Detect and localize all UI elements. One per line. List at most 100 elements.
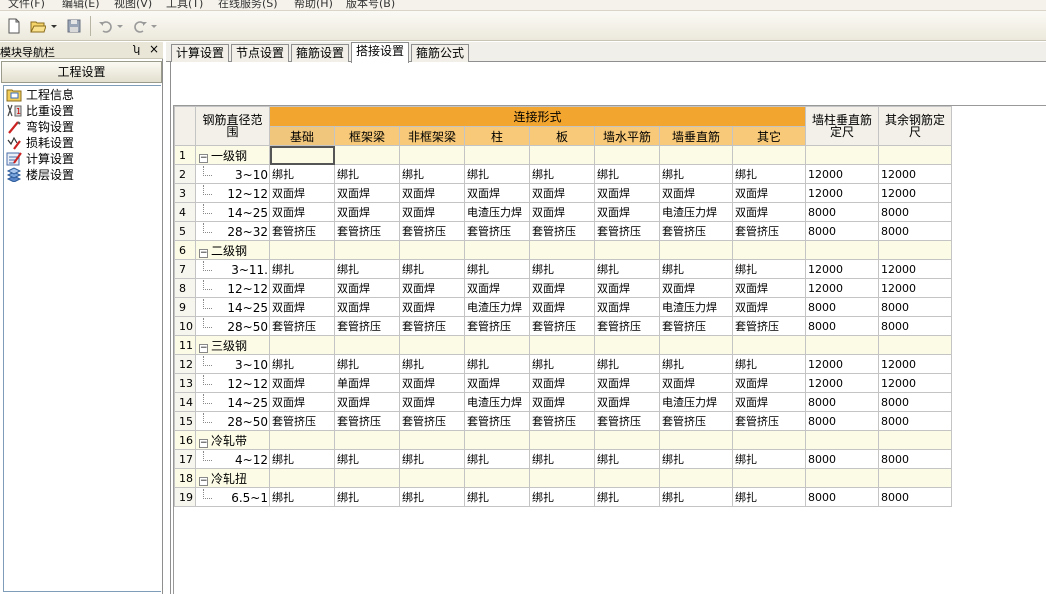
stock-length-cell[interactable]: 12000 bbox=[878, 354, 952, 374]
rebar-grade-group[interactable]: − 冷轧扭 bbox=[195, 468, 270, 488]
open-folder-icon[interactable] bbox=[30, 18, 46, 34]
row-number[interactable]: 8 bbox=[174, 278, 196, 298]
pin-icon[interactable]: ʮ bbox=[133, 43, 140, 56]
stock-length-cell[interactable]: 8000 bbox=[805, 449, 879, 469]
rebar-grade-group[interactable]: − 冷轧带 bbox=[195, 430, 270, 450]
connection-type-cell[interactable]: 绑扎 bbox=[659, 259, 733, 279]
connection-type-cell[interactable]: 绑扎 bbox=[529, 354, 595, 374]
row-number[interactable]: 3 bbox=[174, 183, 196, 203]
connection-type-cell[interactable]: 绑扎 bbox=[529, 259, 595, 279]
row-number[interactable]: 15 bbox=[174, 411, 196, 431]
connection-type-cell[interactable]: 双面焊 bbox=[594, 373, 660, 393]
connection-type-cell[interactable]: 绑扎 bbox=[269, 354, 335, 374]
connection-type-cell[interactable]: 双面焊 bbox=[594, 278, 660, 298]
connection-type-cell[interactable]: 双面焊 bbox=[732, 373, 806, 393]
empty-cell[interactable] bbox=[732, 145, 806, 165]
connection-type-cell[interactable]: 绑扎 bbox=[529, 487, 595, 507]
empty-cell[interactable] bbox=[399, 335, 465, 355]
stock-length-cell[interactable]: 12000 bbox=[878, 164, 952, 184]
stock-length-cell[interactable]: 8000 bbox=[805, 297, 879, 317]
empty-cell[interactable] bbox=[399, 468, 465, 488]
connection-type-cell[interactable]: 双面焊 bbox=[594, 202, 660, 222]
stock-length-cell[interactable]: 8000 bbox=[878, 392, 952, 412]
connection-type-cell[interactable]: 双面焊 bbox=[732, 297, 806, 317]
tab-lap-settings[interactable]: 搭接设置 bbox=[351, 42, 409, 63]
connection-type-cell[interactable]: 套管挤压 bbox=[529, 221, 595, 241]
connection-type-cell[interactable]: 套管挤压 bbox=[732, 411, 806, 431]
stock-length-cell[interactable]: 8000 bbox=[878, 202, 952, 222]
connection-type-cell[interactable]: 双面焊 bbox=[334, 202, 400, 222]
empty-cell[interactable] bbox=[334, 335, 400, 355]
empty-cell[interactable] bbox=[529, 240, 595, 260]
menu-tools[interactable]: 工具(T) bbox=[166, 0, 203, 11]
rebar-grade-group[interactable]: − 三级钢 bbox=[195, 335, 270, 355]
empty-cell[interactable] bbox=[529, 335, 595, 355]
navigator-group-project-settings[interactable]: 工程设置 bbox=[1, 61, 162, 83]
connection-type-cell[interactable]: 双面焊 bbox=[269, 278, 335, 298]
empty-cell[interactable] bbox=[805, 430, 879, 450]
diameter-range-cell[interactable]: 12~12 bbox=[195, 183, 270, 203]
diameter-range-cell[interactable]: 12~12 bbox=[195, 278, 270, 298]
nav-item-calc-settings[interactable]: 计算设置 bbox=[6, 151, 74, 167]
row-number[interactable]: 1 bbox=[174, 145, 196, 165]
menu-view[interactable]: 视图(V) bbox=[114, 0, 152, 11]
connection-type-cell[interactable]: 双面焊 bbox=[269, 392, 335, 412]
connection-type-cell[interactable]: 绑扎 bbox=[594, 354, 660, 374]
connection-type-cell[interactable]: 双面焊 bbox=[594, 297, 660, 317]
row-number[interactable]: 17 bbox=[174, 449, 196, 469]
connection-type-cell[interactable]: 套管挤压 bbox=[399, 411, 465, 431]
close-icon[interactable]: × bbox=[149, 42, 159, 56]
undo-dropdown-icon[interactable] bbox=[116, 18, 124, 34]
connection-type-cell[interactable]: 套管挤压 bbox=[732, 221, 806, 241]
empty-cell[interactable] bbox=[399, 430, 465, 450]
connection-type-cell[interactable]: 双面焊 bbox=[269, 297, 335, 317]
connection-type-cell[interactable]: 套管挤压 bbox=[529, 316, 595, 336]
collapse-icon[interactable]: − bbox=[199, 438, 208, 448]
connection-type-cell[interactable]: 绑扎 bbox=[399, 354, 465, 374]
menu-help[interactable]: 帮助(H) bbox=[294, 0, 333, 11]
diameter-range-cell[interactable]: 14~25 bbox=[195, 297, 270, 317]
row-number[interactable]: 6 bbox=[174, 240, 196, 260]
open-dropdown-icon[interactable] bbox=[50, 18, 58, 34]
connection-type-cell[interactable]: 绑扎 bbox=[334, 259, 400, 279]
empty-cell[interactable] bbox=[659, 240, 733, 260]
collapse-icon[interactable]: − bbox=[199, 476, 208, 486]
connection-type-cell[interactable]: 套管挤压 bbox=[659, 316, 733, 336]
row-number[interactable]: 18 bbox=[174, 468, 196, 488]
stock-length-cell[interactable]: 12000 bbox=[805, 183, 879, 203]
connection-type-cell[interactable]: 绑扎 bbox=[334, 164, 400, 184]
connection-type-cell[interactable]: 双面焊 bbox=[529, 297, 595, 317]
connection-type-cell[interactable]: 绑扎 bbox=[269, 487, 335, 507]
stock-length-cell[interactable]: 8000 bbox=[878, 316, 952, 336]
stock-length-cell[interactable]: 12000 bbox=[878, 278, 952, 298]
diameter-range-cell[interactable]: 12~12 bbox=[195, 373, 270, 393]
connection-type-cell[interactable]: 套管挤压 bbox=[334, 221, 400, 241]
tab-calc-settings[interactable]: 计算设置 bbox=[171, 44, 229, 62]
connection-type-cell[interactable]: 双面焊 bbox=[659, 183, 733, 203]
connection-type-cell[interactable]: 双面焊 bbox=[594, 392, 660, 412]
diameter-range-cell[interactable]: 28~50 bbox=[195, 411, 270, 431]
stock-length-cell[interactable]: 8000 bbox=[878, 221, 952, 241]
stock-length-cell[interactable]: 8000 bbox=[878, 487, 952, 507]
connection-type-cell[interactable]: 双面焊 bbox=[529, 392, 595, 412]
connection-type-cell[interactable]: 双面焊 bbox=[269, 183, 335, 203]
nav-item-hook-settings[interactable]: 弯钩设置 bbox=[6, 119, 74, 135]
connection-type-cell[interactable]: 双面焊 bbox=[732, 202, 806, 222]
connection-type-cell[interactable]: 双面焊 bbox=[399, 392, 465, 412]
collapse-icon[interactable]: − bbox=[199, 343, 208, 353]
menu-online-service[interactable]: 在线服务(S) bbox=[218, 0, 278, 11]
connection-type-cell[interactable]: 双面焊 bbox=[732, 183, 806, 203]
stock-length-cell[interactable]: 8000 bbox=[805, 411, 879, 431]
connection-type-cell[interactable]: 双面焊 bbox=[464, 183, 530, 203]
empty-cell[interactable] bbox=[464, 145, 530, 165]
connection-type-cell[interactable]: 绑扎 bbox=[334, 354, 400, 374]
connection-type-cell[interactable]: 双面焊 bbox=[269, 373, 335, 393]
empty-cell[interactable] bbox=[878, 468, 952, 488]
stock-length-cell[interactable]: 12000 bbox=[805, 278, 879, 298]
connection-type-cell[interactable]: 绑扎 bbox=[732, 449, 806, 469]
connection-type-cell[interactable]: 套管挤压 bbox=[269, 411, 335, 431]
connection-type-cell[interactable]: 双面焊 bbox=[732, 278, 806, 298]
connection-type-cell[interactable]: 套管挤压 bbox=[594, 316, 660, 336]
empty-cell[interactable] bbox=[334, 240, 400, 260]
diameter-range-cell[interactable]: 4~12 bbox=[195, 449, 270, 469]
